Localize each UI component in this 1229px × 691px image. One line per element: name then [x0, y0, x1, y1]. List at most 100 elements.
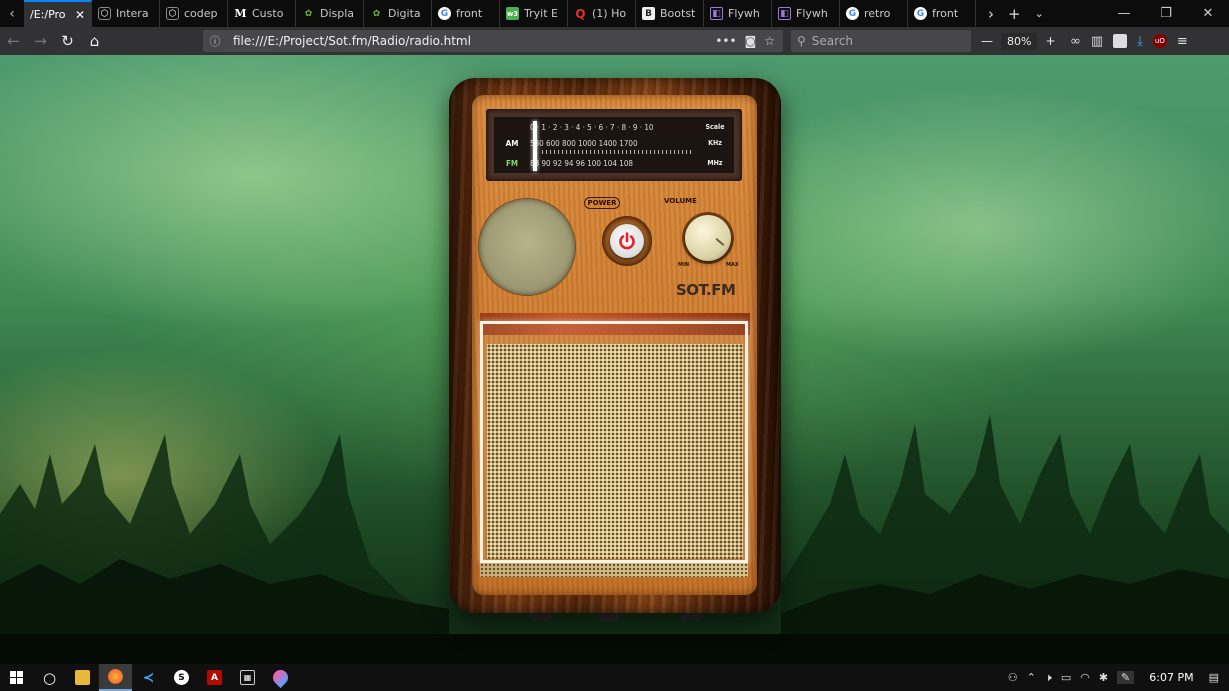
dial-scale-numbers: 0 · 1 · 2 · 3 · 4 · 5 · 6 · 7 · 8 · 9 · …	[530, 122, 654, 132]
tab-flywheel-1[interactable]: ◧ Flywh	[704, 0, 772, 27]
url-text[interactable]: file:///E:/Project/Sot.fm/Radio/radio.ht…	[227, 34, 715, 48]
am-frequency-scale: 530 600 800 1000 1400 1700	[530, 138, 638, 148]
wifi-icon[interactable]: ◠	[1080, 671, 1090, 684]
tab-label: Bootst	[660, 7, 696, 20]
download-icon[interactable]: ⤓	[1137, 34, 1143, 49]
volume-max-label: MAX	[726, 262, 739, 268]
search-icon: ⚲	[797, 34, 806, 48]
reload-icon[interactable]: ↻	[54, 32, 81, 50]
tab-display[interactable]: ✿ Displa	[296, 0, 364, 27]
tab-label: Displa	[320, 7, 355, 20]
fm-unit-label: MHz	[707, 159, 723, 167]
brand-logo: SOT.FM	[676, 281, 736, 299]
page-actions-icon[interactable]: •••	[715, 34, 736, 48]
sidebar-icon[interactable]: ▥	[1091, 34, 1103, 49]
clock-time[interactable]: 6:07 PM	[1143, 671, 1199, 684]
tab-bootstrap[interactable]: B Bootst	[636, 0, 704, 27]
tab-front-google[interactable]: G front	[432, 0, 500, 27]
tab-radio[interactable]: /E:/Pro ✕	[24, 0, 92, 27]
am-band-label[interactable]: AM	[494, 139, 530, 148]
zoom-level[interactable]: 80%	[1001, 32, 1038, 50]
google-icon: G	[846, 7, 859, 20]
steam-icon[interactable]: S	[165, 664, 198, 691]
system-tray: ⚇ ⌃ 🕨 ▭ ◠ ✱ ✎ 6:07 PM ▤	[1008, 664, 1229, 691]
flywheel-icon: ◧	[710, 7, 723, 20]
tab-retro[interactable]: G retro	[840, 0, 908, 27]
pen-icon[interactable]: ✎	[1117, 671, 1135, 684]
codepen-icon: ⬡	[98, 7, 111, 20]
dribbble-icon: ✿	[372, 8, 381, 19]
medium-icon: M	[234, 7, 247, 20]
power-button[interactable]	[610, 224, 644, 258]
restore-icon[interactable]: ❐	[1145, 6, 1187, 21]
bluetooth-icon[interactable]: ✱	[1099, 671, 1108, 684]
file-explorer-icon[interactable]	[66, 664, 99, 691]
tab-front-google-2[interactable]: G front	[908, 0, 976, 27]
menu-hamburger-icon[interactable]: ≡	[1177, 34, 1188, 49]
tab-scroll-left-icon[interactable]: ‹	[0, 0, 24, 27]
tab-tryit[interactable]: w3 Tryit E	[500, 0, 568, 27]
tab-interactive[interactable]: ⬡ Intera	[92, 0, 160, 27]
calculator-icon[interactable]: ▦	[231, 664, 264, 691]
search-placeholder: Search	[811, 34, 854, 48]
battery-icon[interactable]: ▭	[1061, 671, 1071, 684]
pocket-icon[interactable]: ◙	[745, 34, 757, 48]
new-tab-icon[interactable]: +	[1008, 5, 1021, 23]
power-label: POWER	[584, 197, 620, 209]
bookmark-star-icon[interactable]: ☆	[764, 34, 775, 48]
forward-icon[interactable]: →	[27, 32, 54, 50]
search-field[interactable]: ⚲ Search	[791, 30, 971, 52]
bootstrap-icon: B	[642, 7, 655, 20]
firefox-icon[interactable]	[99, 664, 132, 691]
zoom-in-icon[interactable]: +	[1045, 34, 1055, 48]
fm-band-label[interactable]: FM	[494, 159, 530, 168]
tab-digital[interactable]: ✿ Digita	[364, 0, 432, 27]
volume-knob-indicator	[715, 238, 725, 246]
start-button[interactable]	[0, 664, 33, 691]
volume-icon[interactable]: 🕨	[1045, 671, 1052, 685]
tab-label: Digita	[388, 7, 421, 20]
dribbble-icon: ✿	[304, 8, 313, 19]
tuning-dial[interactable]: 0 · 1 · 2 · 3 · 4 · 5 · 6 · 7 · 8 · 9 · …	[486, 109, 742, 181]
ublock-origin-icon[interactable]: uO	[1152, 34, 1167, 48]
tab-label: (1) Ho	[592, 7, 627, 20]
acrobat-icon[interactable]: A	[198, 664, 231, 691]
tab-flywheel-2[interactable]: ◧ Flywh	[772, 0, 840, 27]
volume-label: VOLUME	[664, 197, 697, 205]
tab-custom[interactable]: M Custo	[228, 0, 296, 27]
maps-pin-icon[interactable]	[264, 664, 297, 691]
back-icon[interactable]: ←	[0, 32, 27, 50]
volume-knob[interactable]	[685, 215, 731, 261]
tab-codepen[interactable]: ⬡ codep	[160, 0, 228, 27]
speaker-cone	[479, 199, 575, 295]
google-icon: G	[438, 7, 451, 20]
minimize-icon[interactable]: —	[1103, 6, 1145, 21]
action-center-icon[interactable]: ▤	[1209, 671, 1219, 684]
tab-label: Flywh	[728, 7, 760, 20]
speaker-grille-frame	[480, 321, 748, 563]
zoom-out-icon[interactable]: —	[981, 34, 993, 48]
list-tabs-icon[interactable]: ⌄	[1035, 7, 1044, 20]
volume-min-label: MIN	[678, 262, 690, 268]
vscode-icon[interactable]: ≺	[132, 664, 165, 691]
tray-expand-icon[interactable]: ⌃	[1027, 671, 1036, 684]
power-button-ring	[602, 216, 652, 266]
tab-label: /E:/Pro	[30, 8, 66, 21]
tuning-needle[interactable]	[533, 121, 537, 171]
tab-scroll-right-icon[interactable]: ›	[988, 5, 994, 23]
address-bar[interactable]: ⓘ file:///E:/Project/Sot.fm/Radio/radio.…	[203, 30, 783, 52]
close-tab-icon[interactable]: ✕	[75, 8, 85, 22]
cortana-search-icon[interactable]: ○	[33, 664, 66, 691]
dial-tick-marks	[542, 150, 692, 154]
private-mask-icon[interactable]: ∞	[1070, 34, 1081, 49]
tab-label: front	[456, 7, 483, 20]
tab-label: front	[932, 7, 959, 20]
people-icon[interactable]: ⚇	[1008, 671, 1018, 684]
home-icon[interactable]: ⌂	[81, 32, 108, 50]
tab-quora[interactable]: Q (1) Ho	[568, 0, 636, 27]
site-info-icon[interactable]: ⓘ	[203, 33, 227, 49]
dial-scale-label: Scale	[705, 123, 725, 131]
tab-label: retro	[864, 7, 891, 20]
window-close-icon[interactable]: ✕	[1187, 6, 1229, 21]
extension-icon[interactable]	[1113, 34, 1128, 48]
